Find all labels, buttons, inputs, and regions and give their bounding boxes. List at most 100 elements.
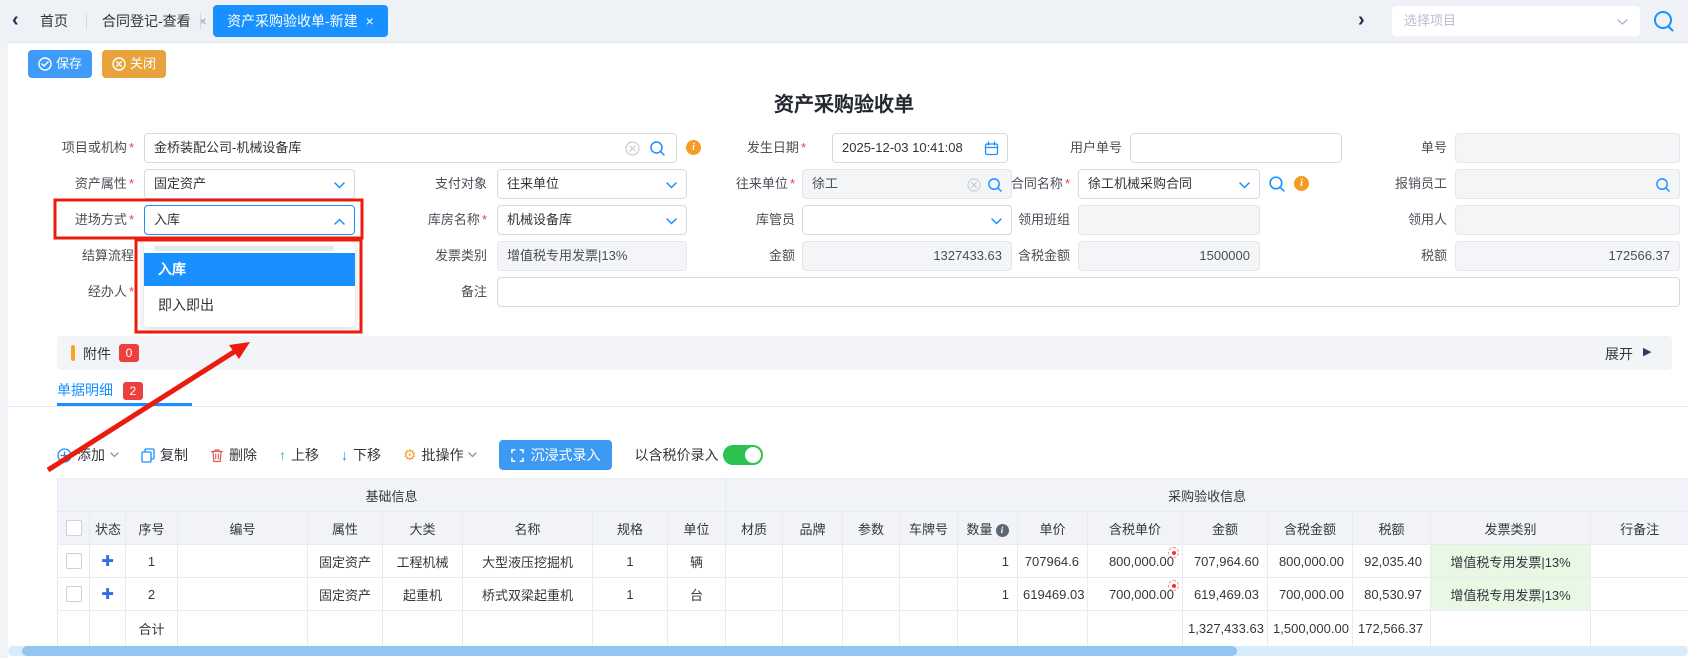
warehouse-select[interactable]: 机械设备库 xyxy=(497,205,687,235)
info-icon[interactable]: i xyxy=(996,524,1009,537)
cell-category[interactable]: 工程机械 xyxy=(383,545,463,578)
cell-name[interactable]: 桥式双梁起重机 xyxy=(463,578,593,611)
table-row[interactable]: ✚ 1 固定资产 工程机械 大型液压挖掘机 1 辆 1 707964.6 800… xyxy=(58,545,1688,578)
checkbox[interactable] xyxy=(66,586,82,602)
cell-param[interactable] xyxy=(843,578,900,611)
project-select[interactable]: 选择项目 xyxy=(1392,6,1640,36)
warehouse-keeper-select[interactable] xyxy=(802,205,1012,235)
row-checkbox-cell[interactable] xyxy=(58,578,90,611)
checkbox[interactable] xyxy=(66,553,82,569)
tab-detail-list[interactable]: 单据明细 2 xyxy=(57,378,143,402)
cell-price-with-tax[interactable]: 800,000.00 xyxy=(1088,545,1183,578)
cell-price-with-tax[interactable]: 700,000.00 xyxy=(1088,578,1183,611)
dropdown-option-ruku[interactable]: 入库 xyxy=(144,253,355,286)
cell-code[interactable] xyxy=(178,578,308,611)
cell-invoice-type[interactable]: 增值税专用发票|13% xyxy=(1431,578,1591,611)
cell-spec[interactable]: 1 xyxy=(593,578,668,611)
cell-attr[interactable]: 固定资产 xyxy=(308,545,383,578)
select-all-checkbox-cell[interactable] xyxy=(58,512,90,545)
search-icon[interactable] xyxy=(1655,177,1671,193)
reimburser-field[interactable] xyxy=(1455,169,1680,199)
delete-button[interactable]: 删除 xyxy=(210,445,257,465)
horizontal-scrollbar[interactable] xyxy=(8,646,1688,656)
col-unit: 单位 xyxy=(668,512,726,545)
cell-attr[interactable]: 固定资产 xyxy=(308,578,383,611)
row-checkbox-cell[interactable] xyxy=(58,545,90,578)
save-button[interactable]: 保存 xyxy=(28,50,92,78)
info-icon[interactable]: i xyxy=(1294,176,1309,191)
close-icon[interactable]: × xyxy=(366,13,374,29)
settlement-flow-label: 结算流程 xyxy=(20,241,134,271)
clear-icon[interactable] xyxy=(625,141,640,156)
warehouse-label: 库房名称* xyxy=(400,205,487,235)
counterparty-label: 往来单位* xyxy=(710,169,795,199)
cell-plate-no[interactable] xyxy=(900,578,958,611)
modified-marker-icon xyxy=(1168,547,1179,558)
cell-plate-no[interactable] xyxy=(900,545,958,578)
row-status-cell[interactable]: ✚ xyxy=(90,578,126,611)
calendar-icon[interactable] xyxy=(984,141,999,156)
cell-qty[interactable]: 1 xyxy=(958,545,1018,578)
move-up-button[interactable]: ↑ 上移 xyxy=(279,445,319,465)
dropdown-option-jiru-jichu[interactable]: 即入即出 xyxy=(144,289,355,322)
cell-invoice-type[interactable]: 增值税专用发票|13% xyxy=(1431,545,1591,578)
move-down-button[interactable]: ↓ 下移 xyxy=(341,445,381,465)
tab-home[interactable]: 首页 xyxy=(40,0,68,42)
expand-label[interactable]: 展开 xyxy=(1605,344,1633,364)
back-chevron-icon[interactable]: ‹ xyxy=(12,0,19,42)
cell-code[interactable] xyxy=(178,545,308,578)
clear-icon[interactable] xyxy=(967,178,981,192)
close-button[interactable]: 关闭 xyxy=(102,50,166,78)
asset-attr-select[interactable]: 固定资产 xyxy=(144,169,355,199)
info-icon[interactable]: i xyxy=(686,140,701,155)
entry-mode-select-open[interactable]: 入库 xyxy=(144,205,355,235)
user-no-field[interactable] xyxy=(1130,133,1342,163)
attachment-bar[interactable]: 附件 0 展开 ▶ xyxy=(57,336,1672,370)
expand-arrow-icon[interactable]: ▶ xyxy=(1643,345,1651,358)
cell-param[interactable] xyxy=(843,545,900,578)
search-icon[interactable] xyxy=(649,140,666,157)
contract-select[interactable]: 徐工机械采购合同 xyxy=(1078,169,1260,199)
cell-name[interactable]: 大型液压挖掘机 xyxy=(463,545,593,578)
tax-entry-toggle[interactable] xyxy=(723,445,763,465)
table-row[interactable]: ✚ 2 固定资产 起重机 桥式双梁起重机 1 台 1 619469.03 700… xyxy=(58,578,1688,611)
pay-target-select[interactable]: 往来单位 xyxy=(497,169,687,199)
plus-status-icon[interactable]: ✚ xyxy=(101,586,114,603)
cell-row-remark[interactable] xyxy=(1591,545,1688,578)
cell-spec[interactable]: 1 xyxy=(593,545,668,578)
occur-date-field[interactable]: 2025-12-03 10:41:08 xyxy=(832,133,1008,163)
cell-material[interactable] xyxy=(726,545,783,578)
project-select-placeholder: 选择项目 xyxy=(1404,13,1456,28)
cell-brand[interactable] xyxy=(783,545,843,578)
cell-price[interactable]: 707964.6 xyxy=(1018,545,1088,578)
copy-button[interactable]: 复制 xyxy=(141,445,188,465)
row-status-cell[interactable]: ✚ xyxy=(90,545,126,578)
cell-brand[interactable] xyxy=(783,578,843,611)
project-field[interactable]: 金桥装配公司-机械设备库 xyxy=(144,133,677,163)
cell-price[interactable]: 619469.03 xyxy=(1018,578,1088,611)
batch-ops-button[interactable]: ⚙ 批操作 xyxy=(403,445,477,465)
plus-status-icon[interactable]: ✚ xyxy=(101,553,114,570)
entry-mode-dropdown: 入库 即入即出 xyxy=(144,241,355,327)
cell-category[interactable]: 起重机 xyxy=(383,578,463,611)
forward-chevron-icon[interactable]: › xyxy=(1358,0,1365,42)
cell-unit[interactable]: 台 xyxy=(668,578,726,611)
doc-no-label: 单号 xyxy=(1395,133,1447,163)
search-icon[interactable] xyxy=(1268,175,1286,193)
cell-row-remark[interactable] xyxy=(1591,578,1688,611)
tab-contract-view[interactable]: 合同登记-查看× xyxy=(102,0,207,42)
add-button[interactable]: 添加 xyxy=(57,445,119,465)
tab-acceptance-new-active[interactable]: 资产采购验收单-新建× xyxy=(213,5,388,37)
remark-field[interactable] xyxy=(497,277,1680,307)
cell-qty[interactable]: 1 xyxy=(958,578,1018,611)
search-icon[interactable] xyxy=(1652,9,1676,33)
immersive-entry-button[interactable]: 沉浸式录入 xyxy=(499,440,612,470)
counterparty-field[interactable]: 徐工 xyxy=(802,169,1012,199)
dropdown-scrollbar[interactable] xyxy=(154,246,334,251)
scrollbar-thumb[interactable] xyxy=(22,646,1237,656)
cell-unit[interactable]: 辆 xyxy=(668,545,726,578)
tax-field: 172566.37 xyxy=(1455,241,1680,271)
cell-material[interactable] xyxy=(726,578,783,611)
checkbox[interactable] xyxy=(66,520,82,536)
asset-attr-label: 资产属性* xyxy=(20,169,134,199)
